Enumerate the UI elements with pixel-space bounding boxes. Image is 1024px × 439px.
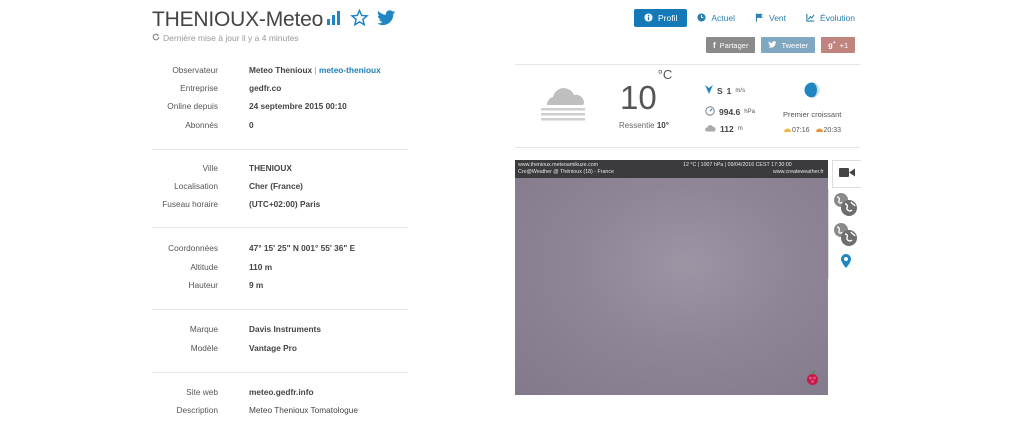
last-update: Dernière mise à jour il y a 4 minutes <box>152 33 299 43</box>
tab-evolution[interactable]: Évolution <box>796 9 865 27</box>
facebook-icon: f <box>713 40 716 50</box>
temperature: 10°C <box>620 67 673 116</box>
barometer-icon <box>705 106 715 118</box>
row-ville: Ville THENIOUX <box>202 163 292 173</box>
webcam-image[interactable]: www.thenioux.meteoamikuze.com Cre@Weathe… <box>515 160 828 395</box>
divider <box>152 227 408 228</box>
divider <box>152 149 408 150</box>
cloud-icon <box>539 83 589 130</box>
cloud-base: 112 m <box>705 124 743 134</box>
clock-icon <box>697 12 706 24</box>
row-abonnes: Abonnés 0 <box>185 120 254 130</box>
row-fuseau: Fuseau horaire (UTC+02:00) Paris <box>162 199 321 209</box>
map-tab[interactable] <box>832 254 860 273</box>
row-localisation: Localisation Cher (France) <box>174 181 303 191</box>
main-nav: Profil Actuel Vent Évolution <box>634 9 865 27</box>
raspberry-pi-icon <box>805 369 820 391</box>
row-site: Site web meteo.gedfr.info <box>186 387 314 397</box>
video-camera-icon <box>839 165 855 183</box>
globe-tab-1[interactable] <box>832 192 860 223</box>
row-hauteur: Hauteur 9 m <box>188 280 264 290</box>
webcam-overlay: www.thenioux.meteoamikuze.com Cre@Weathe… <box>515 160 828 178</box>
star-icon[interactable] <box>350 8 369 32</box>
globe-icon <box>833 222 859 253</box>
gplus-share-button[interactable]: g+ +1 <box>821 37 856 53</box>
tab-actuel[interactable]: Actuel <box>687 9 745 27</box>
sunset-icon <box>815 127 824 134</box>
observer-name: Meteo Thenioux <box>249 65 313 75</box>
wind-direction-icon <box>705 85 713 96</box>
page-title: THENIOUX-Meteo <box>152 8 324 31</box>
row-entreprise: Entreprise gedfr.co <box>180 83 282 93</box>
map-marker-icon <box>841 254 851 273</box>
bar-chart-icon[interactable] <box>326 10 342 31</box>
line-chart-icon <box>806 13 815 24</box>
row-modele: Modèle Vantage Pro <box>190 343 297 353</box>
twitter-share-button[interactable]: Tweeter <box>761 37 816 53</box>
observer-link[interactable]: meteo-thenioux <box>319 65 381 75</box>
divider <box>152 372 408 373</box>
title-icons <box>326 8 396 32</box>
refresh-icon <box>152 33 160 43</box>
current-weather: 10°C Ressentie 10° S 1 m/s 994.6 hPa 112… <box>515 64 860 148</box>
moon-phase: Premier croissant <box>783 110 842 119</box>
sunrise: 07:16 <box>783 126 810 134</box>
small-cloud-icon <box>705 124 716 134</box>
row-altitude: Altitude 110 m <box>190 262 273 272</box>
row-observateur: Observateur Meteo Thenioux | meteo-theni… <box>172 65 381 75</box>
webcam-sky <box>515 178 828 395</box>
video-tab[interactable] <box>832 160 861 188</box>
row-online: Online depuis 24 septembre 2015 00:10 <box>167 101 347 111</box>
share-buttons: f Partager Tweeter g+ +1 <box>706 37 856 53</box>
sunrise-icon <box>783 127 792 134</box>
row-marque: Marque Davis Instruments <box>189 324 321 334</box>
moon-icon <box>804 82 820 103</box>
observer-sep: | <box>314 65 317 75</box>
facebook-share-button[interactable]: f Partager <box>706 37 756 53</box>
twitter-small-icon <box>768 40 777 50</box>
sidebar-divider <box>828 189 829 279</box>
twitter-icon[interactable] <box>377 10 396 31</box>
flag-icon <box>755 12 764 24</box>
feels-like: Ressentie 10° <box>619 121 669 130</box>
divider <box>152 309 408 310</box>
row-coordonnees: Coordonnées 47° 15' 25" N 001° 55' 36" E <box>168 243 356 253</box>
gplus-icon: g+ <box>828 40 836 50</box>
info-icon <box>644 12 653 24</box>
globe-icon <box>833 192 859 223</box>
sun-times: 07:16 20:33 <box>783 126 841 134</box>
row-description: Description Meteo Thenioux Tomatologue <box>176 405 359 415</box>
last-update-text: Dernière mise à jour il y a 4 minutes <box>163 33 299 43</box>
subscribers-link[interactable]: 0 <box>249 120 254 130</box>
tab-vent[interactable]: Vent <box>745 9 796 27</box>
pressure: 994.6 hPa <box>705 106 755 118</box>
sunset: 20:33 <box>815 126 841 134</box>
website-link[interactable]: meteo.gedfr.info <box>249 387 314 397</box>
wind: S 1 m/s <box>705 85 745 96</box>
tab-profil[interactable]: Profil <box>634 9 688 27</box>
globe-tab-2[interactable] <box>832 222 860 253</box>
